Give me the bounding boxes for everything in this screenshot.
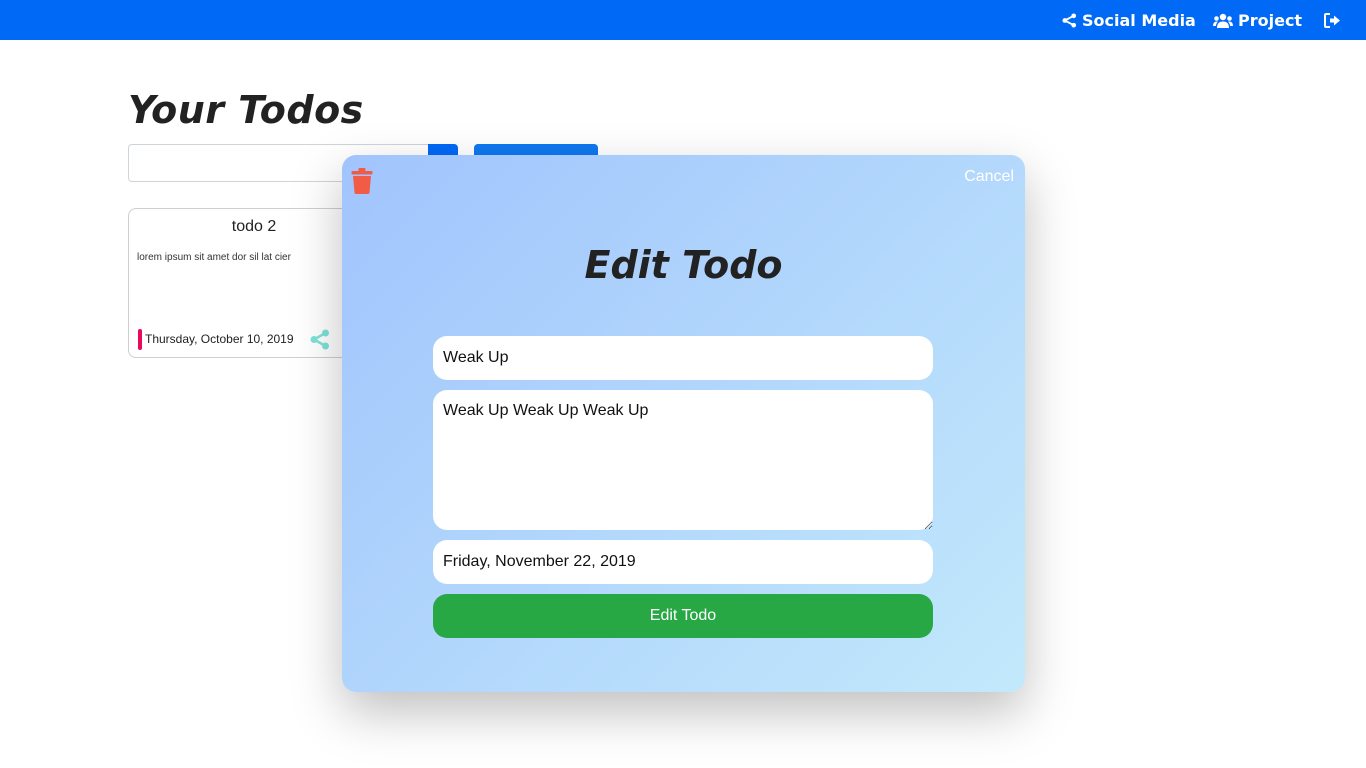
nav-project[interactable]: Project [1213, 0, 1302, 40]
sign-out-icon [1324, 12, 1340, 28]
todo-card-description: lorem ipsum sit amet dor sil lat cier [137, 252, 291, 263]
cancel-button[interactable]: Cancel [964, 168, 1014, 186]
top-navbar: Social Media Project [0, 0, 1366, 40]
todo-description-input[interactable]: Weak Up Weak Up Weak Up [433, 390, 933, 530]
nav-social-media[interactable]: Social Media [1062, 0, 1196, 40]
share-icon [1062, 12, 1077, 28]
logout-button[interactable] [1324, 0, 1346, 40]
users-icon [1213, 13, 1233, 28]
edit-todo-button[interactable]: Edit Todo [433, 594, 933, 638]
todo-card-status-bar [138, 329, 142, 350]
nav-project-label: Project [1238, 10, 1303, 30]
delete-todo-button[interactable] [351, 168, 373, 199]
share-icon [310, 329, 329, 350]
todo-title-input[interactable] [433, 336, 933, 380]
nav-social-media-label: Social Media [1082, 10, 1196, 30]
trash-icon [351, 168, 373, 194]
edit-todo-modal: Cancel Edit Todo Weak Up Weak Up Weak Up… [342, 155, 1025, 692]
todo-card[interactable]: todo 2 lorem ipsum sit amet dor sil lat … [128, 208, 378, 358]
todo-share-button[interactable] [310, 329, 330, 355]
modal-title: Edit Todo [584, 243, 783, 287]
todo-date-input[interactable] [433, 540, 933, 584]
todo-card-date: Thursday, October 10, 2019 [145, 332, 294, 346]
page-title: Your Todos [128, 88, 364, 132]
